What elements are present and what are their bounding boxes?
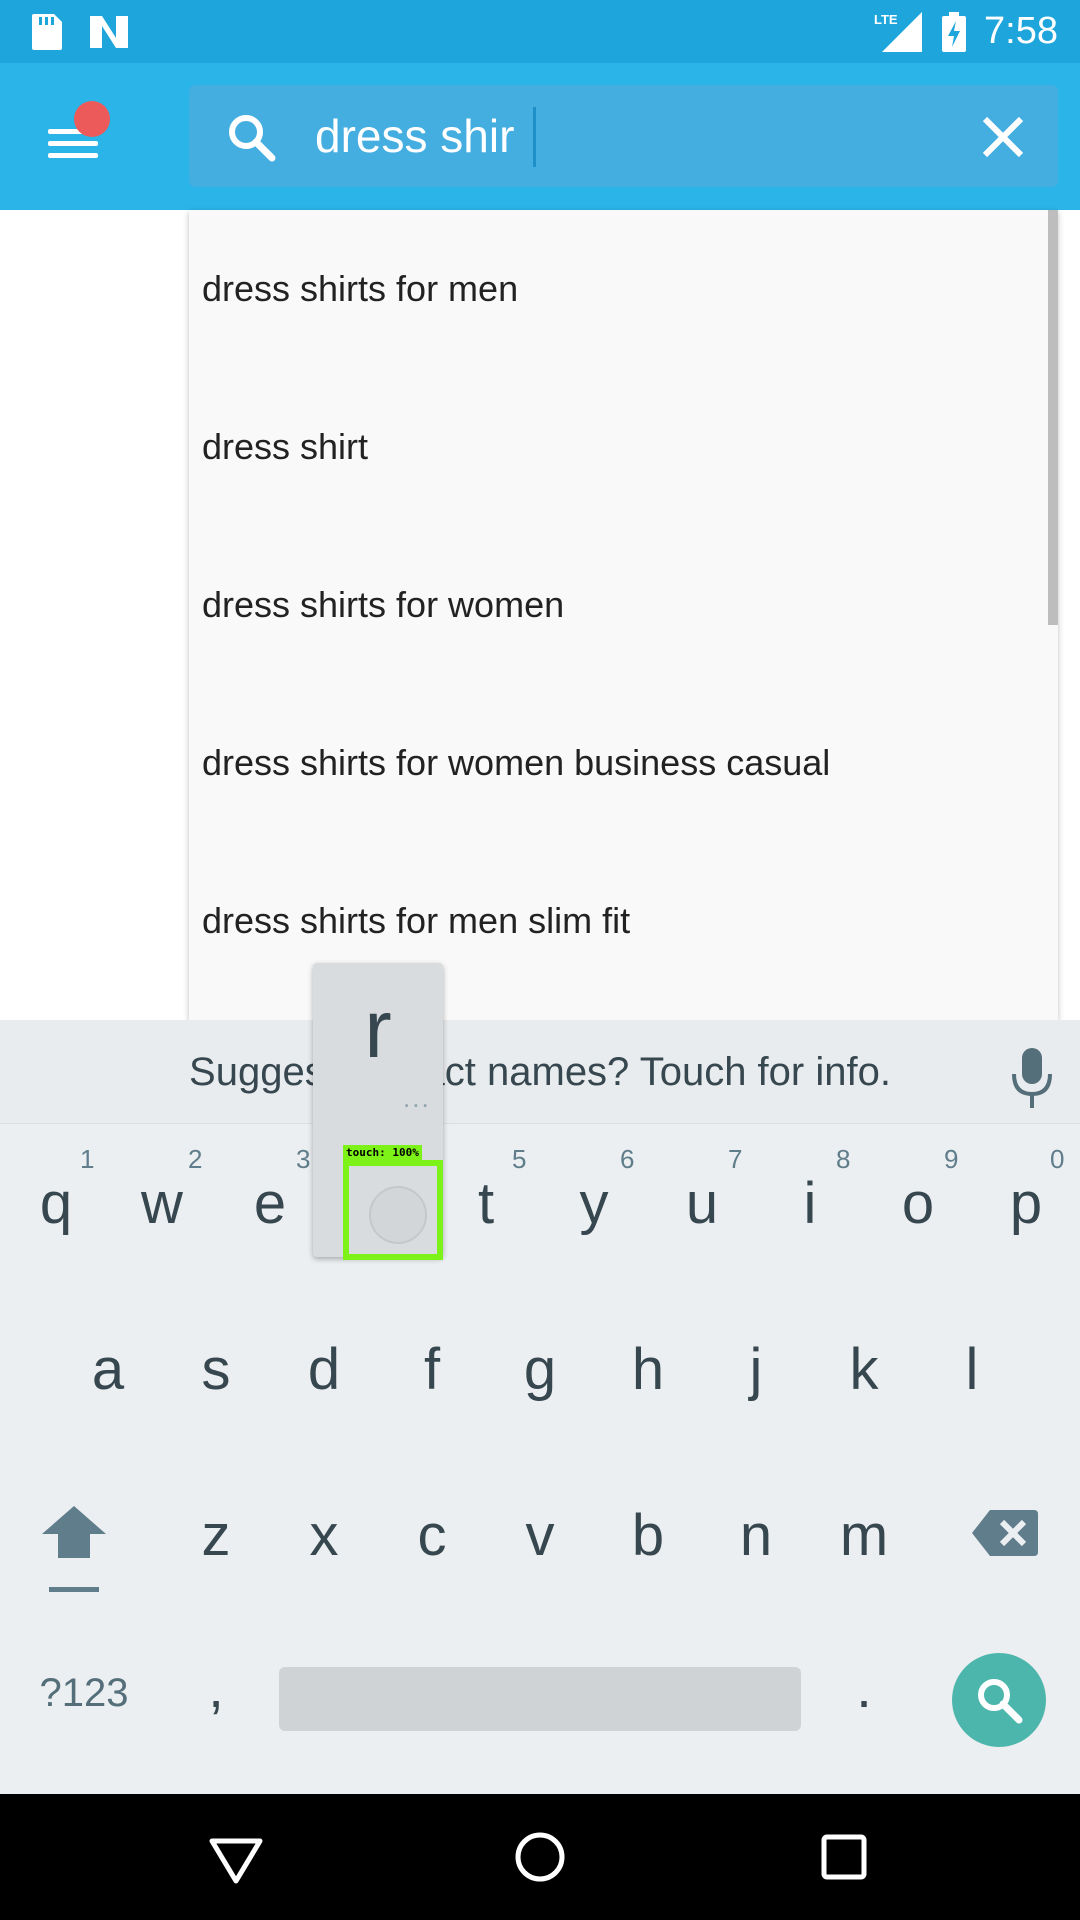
- key-v[interactable]: v: [490, 1460, 590, 1610]
- svg-text:LTE: LTE: [874, 12, 898, 27]
- suggestion-item[interactable]: dress shirts for men: [189, 210, 1039, 368]
- status-bar: LTE 7:58: [0, 0, 1080, 63]
- status-time: 7:58: [984, 10, 1058, 52]
- key-label: m: [839, 1503, 889, 1568]
- menu-icon-line: [48, 141, 98, 146]
- text-caret: [533, 107, 536, 167]
- key-label: ?123: [39, 1671, 129, 1715]
- key-label: f: [423, 1337, 441, 1402]
- search-icon: [978, 1679, 1023, 1724]
- key-label: ,: [208, 1656, 224, 1719]
- key-label: u: [685, 1171, 719, 1236]
- key-d[interactable]: d: [274, 1300, 374, 1450]
- key-label: a: [91, 1337, 125, 1402]
- backspace-icon: [972, 1510, 1038, 1556]
- touch-point: [369, 1186, 427, 1244]
- key-h[interactable]: h: [598, 1300, 698, 1450]
- key-c[interactable]: c: [382, 1460, 482, 1610]
- key-l[interactable]: l: [922, 1300, 1022, 1450]
- key-s[interactable]: s: [166, 1300, 266, 1450]
- key-label: p: [1009, 1171, 1043, 1236]
- battery-charging-icon: [942, 12, 966, 52]
- search-icon: [229, 115, 276, 162]
- key-o[interactable]: 9o: [868, 1140, 968, 1290]
- key-j[interactable]: j: [706, 1300, 806, 1450]
- key-b[interactable]: b: [598, 1460, 698, 1610]
- key-label: c: [417, 1503, 447, 1568]
- navigation-bar: [0, 1794, 1080, 1920]
- key-a[interactable]: a: [58, 1300, 158, 1450]
- suggestion-item[interactable]: dress shirt: [189, 368, 1039, 526]
- menu-icon-line: [48, 153, 98, 158]
- comma-key[interactable]: ,: [166, 1625, 266, 1775]
- key-label: e: [253, 1171, 287, 1236]
- key-label: y: [579, 1171, 609, 1236]
- keyboard-suggestion-strip[interactable]: Suggest contact names? Touch for info.: [0, 1020, 1080, 1124]
- key-label: l: [965, 1337, 979, 1402]
- back-icon[interactable]: [206, 1827, 266, 1887]
- key-f[interactable]: f: [382, 1300, 482, 1450]
- key-label: d: [307, 1337, 341, 1402]
- key-label: s: [201, 1337, 231, 1402]
- key-e[interactable]: 3e: [220, 1140, 320, 1290]
- suggestion-item[interactable]: dress shirts for women business casual: [189, 684, 1039, 842]
- more-keys-indicator: ...: [403, 1083, 431, 1113]
- keyboard-suggestion-text: Suggest contact names? Touch for info.: [189, 1050, 891, 1094]
- period-key[interactable]: .: [814, 1625, 914, 1775]
- shift-key[interactable]: [24, 1460, 128, 1610]
- touch-indicator-label: touch: 100%: [343, 1145, 422, 1161]
- key-m[interactable]: m: [814, 1460, 914, 1610]
- key-label: o: [901, 1171, 935, 1236]
- key-preview-label: r: [364, 984, 392, 1075]
- key-z[interactable]: z: [166, 1460, 266, 1610]
- key-y[interactable]: 6y: [544, 1140, 644, 1290]
- close-icon[interactable]: [977, 111, 1029, 163]
- key-label: x: [309, 1503, 339, 1568]
- key-i[interactable]: 8i: [760, 1140, 860, 1290]
- key-label: z: [201, 1503, 231, 1568]
- key-p[interactable]: 0p: [976, 1140, 1076, 1290]
- suggestion-item[interactable]: dress shirts for women: [189, 526, 1039, 684]
- touch-indicator: [343, 1160, 443, 1260]
- key-q[interactable]: 1q: [4, 1140, 104, 1290]
- key-k[interactable]: k: [814, 1300, 914, 1450]
- search-bar[interactable]: [189, 85, 1058, 187]
- space-key[interactable]: [279, 1667, 801, 1731]
- dropdown-scrollbar[interactable]: [1048, 210, 1058, 625]
- key-label: v: [525, 1503, 555, 1568]
- key-label: w: [141, 1171, 183, 1236]
- microphone-icon[interactable]: [1010, 1048, 1054, 1108]
- recents-icon[interactable]: [814, 1827, 874, 1887]
- key-n[interactable]: n: [706, 1460, 806, 1610]
- key-label: .: [856, 1656, 872, 1719]
- key-label: n: [739, 1503, 773, 1568]
- n-logo-icon: [90, 16, 128, 48]
- key-x[interactable]: x: [274, 1460, 374, 1610]
- suggestion-dropdown: dress shirts for men dress shirt dress s…: [189, 210, 1058, 1020]
- key-label: b: [631, 1503, 665, 1568]
- search-action-key[interactable]: [952, 1653, 1046, 1747]
- search-input[interactable]: [315, 99, 875, 173]
- home-icon[interactable]: [510, 1827, 570, 1887]
- key-label: i: [803, 1171, 817, 1236]
- key-label: h: [631, 1337, 665, 1402]
- key-w[interactable]: 2w: [112, 1140, 212, 1290]
- symbols-key[interactable]: ?123: [14, 1625, 154, 1775]
- key-label: k: [849, 1337, 879, 1402]
- key-t[interactable]: 5t: [436, 1140, 536, 1290]
- key-label: q: [39, 1171, 73, 1236]
- sd-card-icon: [32, 14, 62, 50]
- shift-icon: [42, 1506, 106, 1558]
- key-label: j: [749, 1337, 763, 1402]
- shift-underline: [49, 1587, 99, 1592]
- lte-signal-icon: LTE: [874, 12, 922, 52]
- key-label: t: [477, 1171, 495, 1236]
- key-label: g: [523, 1337, 557, 1402]
- key-g[interactable]: g: [490, 1300, 590, 1450]
- key-u[interactable]: 7u: [652, 1140, 752, 1290]
- notification-dot: [74, 101, 110, 137]
- backspace-key[interactable]: [960, 1460, 1070, 1610]
